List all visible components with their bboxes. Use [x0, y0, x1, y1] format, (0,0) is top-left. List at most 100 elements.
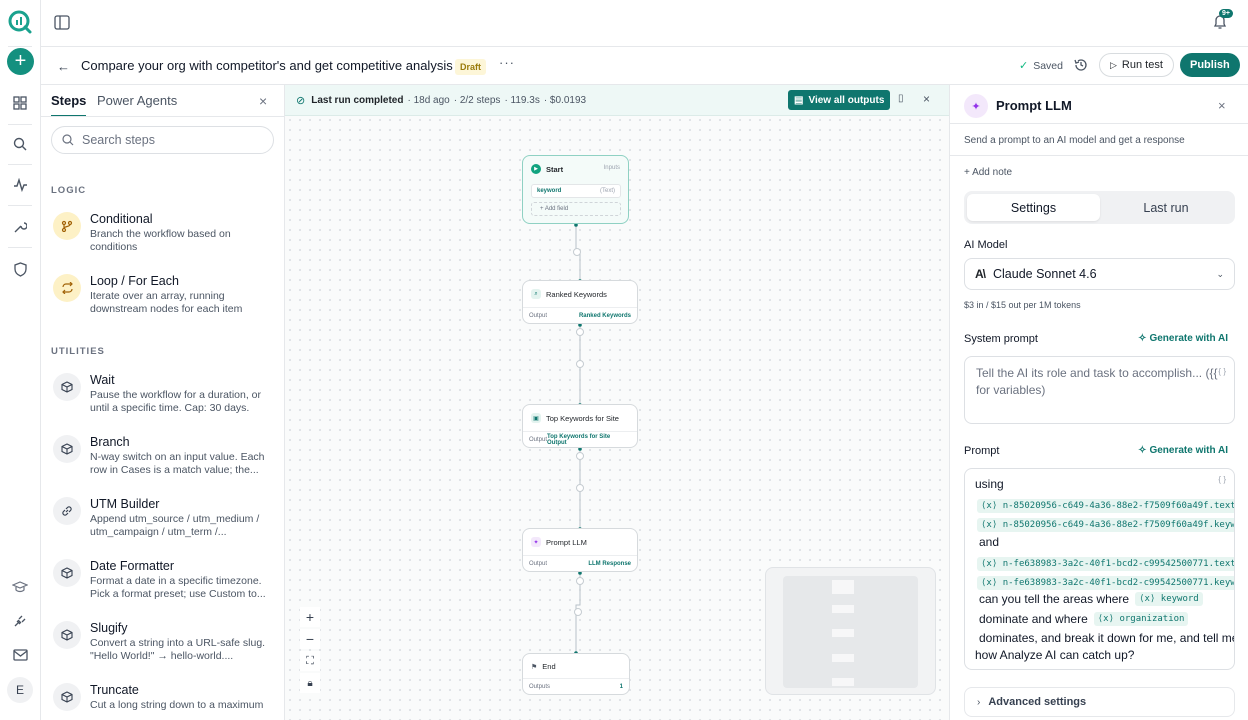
close-icon[interactable]: × — [259, 93, 267, 109]
cube-icon — [53, 683, 81, 711]
sparkle-icon: ✧ — [1138, 333, 1147, 344]
search-icon — [62, 134, 74, 146]
workflow-header: ← Compare your org with competitor's and… — [41, 47, 1248, 85]
generate-label: Generate with AI — [1149, 445, 1228, 456]
node-ranked-keywords[interactable]: ⌕ Ranked Keywords Output Ranked Keywords — [522, 280, 638, 324]
generate-label: Generate with AI — [1149, 333, 1228, 344]
back-arrow-icon[interactable]: ← — [57, 59, 70, 74]
section-utilities: UTILITIES — [51, 346, 105, 357]
minimap-node — [832, 678, 854, 686]
cube-icon — [53, 559, 81, 587]
output-value: 1 — [619, 683, 623, 690]
chevron-down-icon: ⌄ — [1216, 268, 1224, 279]
node-title: Ranked Keywords — [546, 289, 607, 299]
prompt-label: Prompt — [964, 445, 1000, 457]
dashboard-icon[interactable] — [8, 91, 32, 115]
step-title: Loop / For Each — [90, 274, 179, 288]
output-value: Top Keywords for Site Output — [547, 433, 611, 446]
close-icon[interactable]: × — [1218, 98, 1226, 113]
step-description: Convert a string into a URL-safe slug. "… — [90, 637, 266, 662]
app-logo-icon[interactable] — [7, 9, 33, 35]
status-badge: Draft — [455, 59, 487, 75]
prompt-text: can you tell the areas where — [979, 592, 1130, 606]
step-title: Wait — [90, 373, 115, 387]
node-tag: Inputs — [603, 165, 620, 171]
activity-icon[interactable] — [8, 173, 32, 197]
output-value: Ranked Keywords — [578, 312, 631, 319]
node-output: Output LLM Response — [523, 555, 637, 571]
workflow-canvas[interactable]: ⊘ Last run completed · 18d ago · 2/2 ste… — [285, 85, 949, 720]
left-rail: + E — [0, 0, 41, 720]
steps-panel: Steps Power Agents × Search steps LOGIC … — [41, 85, 285, 720]
variable-tag: ⟨x⟩ n-fe638983-3a2c-40f1-bcd2-c995425007… — [977, 576, 1234, 590]
flag-icon: ⚑ — [531, 663, 538, 671]
section-logic: LOGIC — [51, 185, 87, 196]
add-note-button[interactable]: + Add note — [964, 167, 1012, 178]
run-test-button[interactable]: ▷ Run test — [1099, 53, 1174, 77]
mail-icon[interactable] — [8, 643, 32, 667]
fit-view-icon[interactable]: ⛶ — [300, 651, 320, 671]
top-bar: 9+ — [41, 0, 1248, 47]
system-prompt-label: System prompt — [964, 333, 1038, 345]
zoom-in-button[interactable]: + — [300, 607, 320, 627]
node-header: ✦ Prompt LLM — [531, 537, 587, 547]
node-prompt-llm[interactable]: ✦ Prompt LLM Output LLM Response — [522, 528, 638, 572]
output-label: Output — [529, 436, 548, 443]
more-options-icon[interactable]: ··· — [499, 55, 515, 70]
search-icon: ⌕ — [531, 289, 541, 299]
node-output: Outputs 1 — [523, 678, 629, 694]
variable-tag: ⟨x⟩ keyword — [1135, 592, 1203, 606]
branch-icon — [53, 212, 81, 240]
step-description: Branch the workflow based on conditions — [90, 228, 231, 253]
variable-tag: ⟨x⟩ n-85020956-c649-4a36-88e2-f7509f60a4… — [977, 499, 1234, 513]
generate-prompt-button[interactable]: ✧ Generate with AI — [1138, 445, 1228, 456]
new-plus-icon[interactable]: + — [7, 48, 34, 75]
node-title: Start — [546, 164, 564, 174]
minimap[interactable] — [765, 567, 936, 695]
tab-steps[interactable]: Steps — [51, 93, 87, 117]
tab-power-agents[interactable]: Power Agents — [97, 93, 177, 108]
system-prompt-input[interactable]: Tell the AI its role and task to accompl… — [964, 356, 1235, 424]
braces-icon[interactable]: { } — [1218, 363, 1226, 380]
add-field-button[interactable]: + Add field — [531, 202, 621, 216]
anthropic-logo-icon: A\ — [975, 267, 986, 281]
search-steps-input[interactable]: Search steps — [51, 126, 274, 154]
history-icon[interactable] — [1074, 58, 1088, 75]
ai-model-label: AI Model — [964, 239, 1008, 251]
play-icon: ▶ — [531, 164, 541, 174]
step-description: Format a date in a specific timezone. Pi… — [90, 575, 266, 600]
step-description: Append utm_source / utm_medium / utm_cam… — [90, 513, 260, 538]
chevron-right-icon: › — [977, 696, 981, 708]
graduation-cap-icon[interactable] — [8, 575, 32, 599]
workflow-title[interactable]: Compare your org with competitor's and g… — [81, 58, 453, 73]
lock-icon[interactable]: 🔒︎ — [300, 673, 320, 693]
start-field-row[interactable]: keyword (Text) — [531, 184, 621, 198]
user-avatar[interactable]: E — [7, 677, 33, 703]
node-title: End — [542, 662, 556, 671]
node-top-keywords[interactable]: ▣ Top Keywords for Site Output Top Keywo… — [522, 404, 638, 448]
prompt-text: how Analyze AI can catch up? — [975, 648, 1135, 662]
ai-model-select[interactable]: A\ Claude Sonnet 4.6 ⌄ — [964, 258, 1235, 290]
prompt-input[interactable]: { } using ⟨x⟩ n-85020956-c649-4a36-88e2-… — [964, 468, 1235, 670]
tab-settings[interactable]: Settings — [967, 194, 1100, 221]
zoom-out-button[interactable]: − — [300, 629, 320, 649]
search-icon[interactable] — [8, 132, 32, 156]
variable-name: organization — [1119, 614, 1185, 624]
plug-icon[interactable] — [8, 609, 32, 633]
cube-icon — [53, 621, 81, 649]
tools-icon[interactable] — [8, 215, 32, 239]
node-start[interactable]: ▶ Start Inputs keyword (Text) + Add fiel… — [522, 155, 629, 224]
sidebar-toggle-icon[interactable] — [54, 15, 70, 33]
model-pricing: $3 in / $15 out per 1M tokens — [964, 300, 1081, 310]
panel-title: Prompt LLM — [996, 98, 1072, 113]
publish-button[interactable]: Publish — [1180, 53, 1240, 77]
shield-icon[interactable] — [8, 257, 32, 281]
sparkle-icon: ✦ — [531, 537, 541, 547]
tab-last-run[interactable]: Last run — [1100, 194, 1232, 221]
system-prompt-placeholder: Tell the AI its role and task to accompl… — [976, 366, 1218, 397]
braces-icon[interactable]: { } — [1218, 475, 1226, 484]
notification-count-badge: 9+ — [1219, 9, 1233, 18]
node-end[interactable]: ⚑ End Outputs 1 — [522, 653, 630, 695]
generate-system-prompt-button[interactable]: ✧ Generate with AI — [1138, 333, 1228, 344]
advanced-settings-toggle[interactable]: › Advanced settings — [964, 687, 1235, 717]
